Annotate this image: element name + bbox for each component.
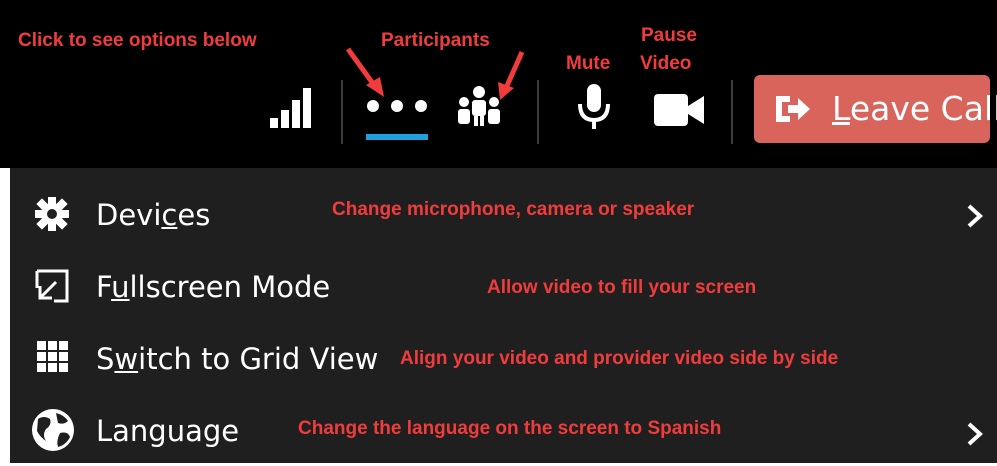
- toolbar-divider: [731, 80, 733, 144]
- annotation-fullscreen: Allow video to fill your screen: [487, 277, 757, 298]
- leave-call-icon: [776, 96, 810, 122]
- participants-icon[interactable]: [454, 84, 504, 130]
- annotation-grid: Align your video and provider video side…: [400, 348, 839, 369]
- toolbar-divider: [537, 80, 539, 144]
- menu-item-devices-label: Devices: [96, 198, 211, 232]
- menu-item-grid-view-label: Switch to Grid View: [96, 342, 379, 376]
- gear-icon: [35, 197, 69, 231]
- chevron-right-icon: [967, 422, 983, 446]
- menu-item-language-label: Language: [96, 414, 240, 448]
- grid-icon: [37, 341, 68, 372]
- annotation-options: Click to see options below: [18, 30, 257, 51]
- annotation-language: Change the language on the screen to Spa…: [298, 418, 722, 439]
- annotation-devices: Change microphone, camera or speaker: [332, 199, 695, 220]
- leave-call-button[interactable]: Leave Call: [754, 75, 997, 143]
- menu-item-fullscreen[interactable]: Fullscreen Mode Allow video to fill your…: [10, 250, 997, 322]
- chevron-right-icon: [967, 204, 983, 228]
- menu-item-grid-view[interactable]: Switch to Grid View Align your video and…: [10, 322, 997, 394]
- video-camera-icon[interactable]: [652, 92, 706, 128]
- toolbar-divider: [341, 80, 343, 144]
- menu-item-fullscreen-label: Fullscreen Mode: [96, 270, 331, 304]
- microphone-icon[interactable]: [574, 82, 614, 132]
- menu-item-devices[interactable]: Devices Change microphone, camera or spe…: [10, 178, 997, 250]
- annotation-arrow-options: [345, 47, 384, 97]
- fullscreen-icon: [35, 269, 69, 303]
- annotation-pause-line1: Pause: [641, 25, 697, 46]
- options-menu: Devices Change microphone, camera or spe…: [10, 168, 997, 463]
- menu-item-language[interactable]: Language Change the language on the scre…: [10, 394, 997, 466]
- more-options-icon[interactable]: [364, 98, 430, 114]
- leave-call-label: Leave Call: [832, 89, 997, 128]
- call-toolbar: Click to see options below Participants …: [0, 0, 997, 168]
- annotation-mute: Mute: [566, 53, 611, 74]
- globe-icon: [32, 409, 74, 451]
- active-tab-indicator: [366, 134, 428, 140]
- signal-strength-icon: [270, 88, 311, 128]
- annotation-pause-line2: Video: [640, 53, 692, 74]
- annotation-participants: Participants: [381, 30, 490, 51]
